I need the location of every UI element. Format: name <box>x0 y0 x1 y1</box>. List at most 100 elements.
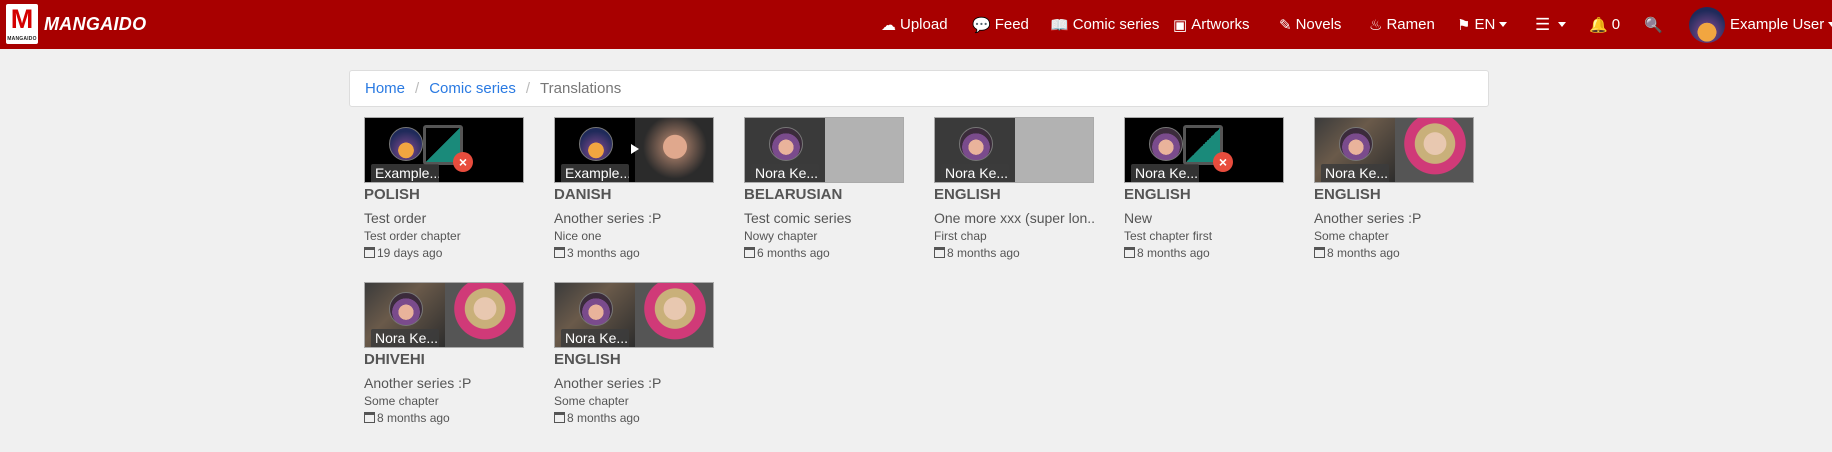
ramen-icon: ♨ <box>1369 16 1383 34</box>
remove-icon: × <box>453 152 473 172</box>
card-language: DANISH <box>554 186 612 203</box>
author-avatar <box>959 127 993 161</box>
calendar-icon <box>1314 247 1325 258</box>
card-chapter: Some chapter <box>364 394 439 408</box>
author-name: Nora Ke... <box>941 164 1009 182</box>
nav-novels-label: Novels <box>1295 16 1342 33</box>
breadcrumb-separator: / <box>525 80 531 97</box>
author-avatar <box>389 292 423 326</box>
card-chapter: Test order chapter <box>364 229 461 243</box>
calendar-icon <box>364 412 375 423</box>
logo-icon: M MANGAIDO <box>6 4 38 44</box>
card-date-text: 8 months ago <box>377 411 450 425</box>
card-language: ENGLISH <box>1124 186 1191 203</box>
brand-link[interactable]: M MANGAIDO MANGAIDO <box>6 4 146 44</box>
bell-icon: 🔔 <box>1589 16 1608 34</box>
author-avatar <box>1339 127 1373 161</box>
translation-card[interactable]: Example... DANISH Another series :P Nice… <box>554 117 714 260</box>
notifications-button[interactable]: 🔔 0 <box>1589 0 1620 49</box>
author-name: Nora Ke... <box>1321 164 1389 182</box>
edit-icon: ✎ <box>1279 16 1292 34</box>
card-language: BELARUSIAN <box>744 186 843 203</box>
author-name: Nora Ke... <box>751 164 819 182</box>
calendar-icon <box>364 247 375 258</box>
nav-feed-label: Feed <box>994 16 1029 33</box>
card-thumbnail[interactable]: Nora Ke... <box>554 282 714 348</box>
card-thumbnail[interactable]: Nora Ke... <box>744 117 904 183</box>
bars-icon: ☰ <box>1535 14 1551 34</box>
card-language: ENGLISH <box>934 186 1001 203</box>
card-date-text: 3 months ago <box>567 246 640 260</box>
cloud-upload-icon: ☁ <box>881 16 896 34</box>
caret-down-icon <box>1558 22 1567 27</box>
card-date: 8 months ago <box>934 246 1094 260</box>
thumbnail-right <box>825 118 903 182</box>
breadcrumb-home[interactable]: Home <box>365 80 405 97</box>
translation-card[interactable]: Nora Ke... DHIVEHI Another series :P Som… <box>364 282 524 425</box>
card-thumbnail[interactable]: Nora Ke... <box>934 117 1094 183</box>
nav-artworks[interactable]: ▣ Artworks <box>1173 0 1250 49</box>
card-date-text: 8 months ago <box>947 246 1020 260</box>
card-series[interactable]: One more xxx (super lon... <box>934 210 1094 226</box>
author-name: Example... <box>371 164 439 182</box>
author-name: Example... <box>561 164 629 182</box>
card-chapter: First chap <box>934 229 987 243</box>
card-language: ENGLISH <box>554 351 621 368</box>
card-chapter: Nowy chapter <box>744 229 818 243</box>
author-avatar <box>579 292 613 326</box>
translation-card[interactable]: × Example... POLISH Test order Test orde… <box>364 117 524 260</box>
card-date: 8 months ago <box>364 411 524 425</box>
translation-card[interactable]: Nora Ke... BELARUSIAN Test comic series … <box>744 117 904 260</box>
nav-upload[interactable]: ☁ Upload <box>881 0 948 49</box>
card-date: 6 months ago <box>744 246 904 260</box>
search-button[interactable]: 🔍 <box>1644 0 1667 49</box>
card-series[interactable]: Another series :P <box>364 375 524 391</box>
language-label: EN <box>1474 16 1496 33</box>
nav-feed[interactable]: 💬 Feed <box>972 0 1029 49</box>
nav-ramen[interactable]: ♨ Ramen <box>1369 0 1435 49</box>
card-series[interactable]: Test order <box>364 210 524 226</box>
translation-card[interactable]: × Nora Ke... ENGLISH New Test chapter fi… <box>1124 117 1284 260</box>
translation-card[interactable]: Nora Ke... ENGLISH One more xxx (super l… <box>934 117 1094 260</box>
card-date-text: 6 months ago <box>757 246 830 260</box>
card-date: 8 months ago <box>1314 246 1474 260</box>
thumbnail-right <box>1395 118 1473 182</box>
brand-name: MANGAIDO <box>44 13 147 34</box>
card-thumbnail[interactable]: Nora Ke... <box>364 282 524 348</box>
card-thumbnail[interactable]: Nora Ke... <box>1314 117 1474 183</box>
breadcrumb-comic-series[interactable]: Comic series <box>429 80 516 97</box>
card-thumbnail[interactable]: Example... <box>554 117 714 183</box>
translation-card[interactable]: Nora Ke... ENGLISH Another series :P Som… <box>1314 117 1474 260</box>
nav-artworks-label: Artworks <box>1191 16 1250 33</box>
card-thumbnail[interactable]: × Example... <box>364 117 524 183</box>
card-thumbnail[interactable]: × Nora Ke... <box>1124 117 1284 183</box>
thumbnail-right <box>1015 118 1093 182</box>
card-chapter: Nice one <box>554 229 602 243</box>
calendar-icon <box>934 247 945 258</box>
card-series[interactable]: Another series :P <box>1314 210 1474 226</box>
comments-icon: 💬 <box>972 16 991 34</box>
card-series[interactable]: New <box>1124 210 1284 226</box>
caret-down-icon <box>1499 22 1508 27</box>
author-avatar <box>579 127 613 161</box>
language-dropdown[interactable]: ⚑ EN <box>1457 0 1508 49</box>
avatar <box>1689 6 1725 43</box>
image-icon: ▣ <box>1173 16 1188 34</box>
caret-down-icon <box>1828 22 1832 27</box>
nav-comic-series[interactable]: 📖 Comic series <box>1050 0 1159 49</box>
nav-novels[interactable]: ✎ Novels <box>1279 0 1341 49</box>
translation-card[interactable]: Nora Ke... ENGLISH Another series :P Som… <box>554 282 714 425</box>
thumbnail-right <box>635 283 713 347</box>
user-dropdown[interactable]: Example User <box>1689 0 1832 49</box>
author-avatar <box>1149 127 1183 161</box>
card-series[interactable]: Test comic series <box>744 210 904 226</box>
card-date-text: 8 months ago <box>567 411 640 425</box>
card-series[interactable]: Another series :P <box>554 210 714 226</box>
menu-dropdown[interactable]: ☰ <box>1535 0 1567 49</box>
card-date-text: 8 months ago <box>1327 246 1400 260</box>
card-date-text: 19 days ago <box>377 246 443 260</box>
card-date: 8 months ago <box>554 411 714 425</box>
card-language: ENGLISH <box>1314 186 1381 203</box>
flag-icon: ⚑ <box>1457 16 1471 34</box>
card-series[interactable]: Another series :P <box>554 375 714 391</box>
